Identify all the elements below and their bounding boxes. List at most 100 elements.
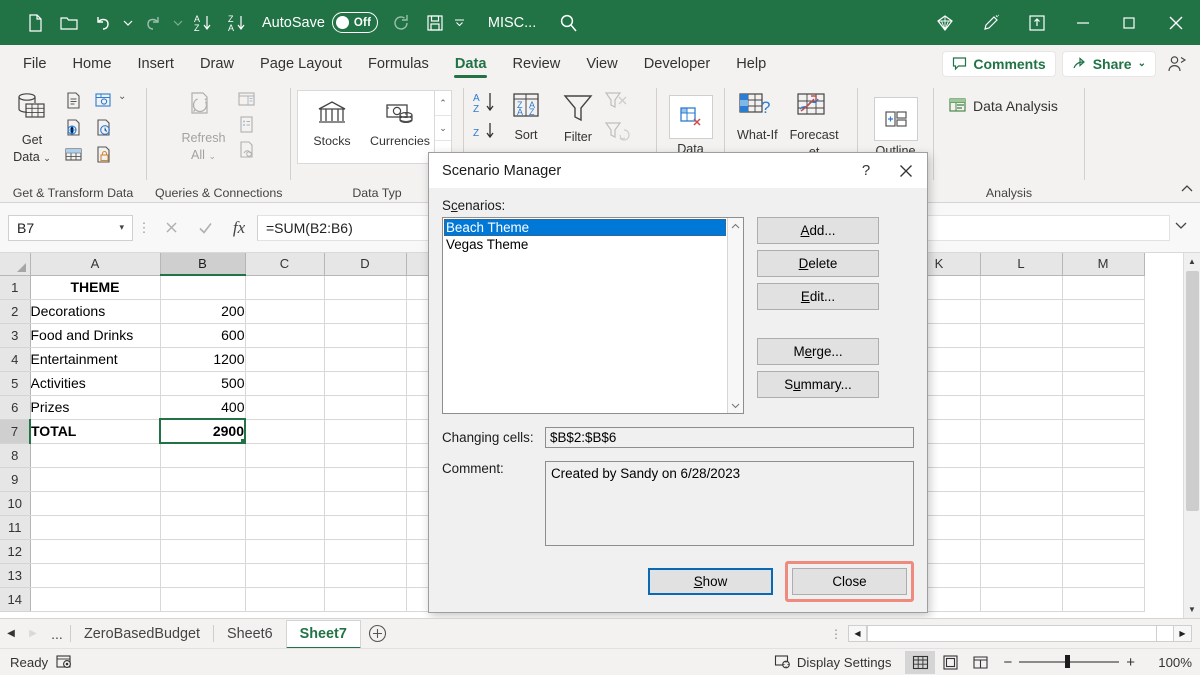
cell-M1[interactable] (1062, 275, 1145, 300)
sort-z-to-a-icon[interactable]: Z (470, 121, 500, 143)
cell-C11[interactable] (245, 515, 325, 540)
sheet-overflow-dots[interactable]: ... (44, 626, 70, 642)
dialog-close-icon[interactable] (885, 153, 927, 188)
sheet-prev-arrow-icon[interactable]: ◀ (0, 619, 22, 649)
show-button[interactable]: Show (648, 568, 773, 595)
list-item[interactable]: Vegas Theme (444, 236, 726, 253)
cell-C10[interactable] (245, 491, 325, 516)
sort-descending-icon[interactable]: ZA (220, 6, 254, 40)
data-analysis-button[interactable]: Data Analysis (940, 90, 1066, 115)
minimize-icon[interactable] (1060, 0, 1106, 45)
cell-M12[interactable] (1062, 539, 1145, 564)
add-sheet-plus-icon[interactable] (361, 619, 395, 649)
customize-quick-access-chevron-icon[interactable] (452, 6, 468, 40)
queries-connections-pane-icon[interactable] (237, 90, 256, 109)
cell-L4[interactable] (980, 347, 1063, 372)
cell-D3[interactable] (324, 323, 407, 348)
cell-C5[interactable] (245, 371, 325, 396)
search-icon[interactable] (558, 12, 580, 34)
cell-L13[interactable] (980, 563, 1063, 588)
horizontal-scrollbar[interactable]: ◀ ▶ (848, 624, 1192, 643)
name-box[interactable]: B7 ▾ (8, 214, 133, 241)
what-if-analysis-button[interactable]: ? What-If (731, 88, 784, 142)
scenarios-listbox[interactable]: Beach Theme Vegas Theme (442, 217, 744, 414)
zoom-in-button[interactable]: + (1126, 654, 1135, 671)
cell-C4[interactable] (245, 347, 325, 372)
page-layout-view-icon[interactable] (935, 651, 965, 674)
column-header-l[interactable]: L (980, 253, 1063, 276)
cell-C14[interactable] (245, 587, 325, 612)
existing-connections-icon[interactable] (94, 145, 113, 164)
document-name[interactable]: MISC... (488, 15, 536, 31)
row-header-13[interactable]: 13 (0, 563, 31, 588)
help-question-icon[interactable]: ? (847, 153, 885, 188)
tab-developer[interactable]: Developer (631, 45, 724, 82)
row-header-2[interactable]: 2 (0, 299, 31, 324)
tab-data[interactable]: Data (442, 45, 500, 82)
cell-A5[interactable]: Activities (30, 371, 161, 396)
cell-A6[interactable]: Prizes (30, 395, 161, 420)
tab-help[interactable]: Help (723, 45, 779, 82)
close-window-icon[interactable] (1152, 0, 1200, 45)
cell-B8[interactable] (160, 443, 246, 468)
cell-M2[interactable] (1062, 299, 1145, 324)
share-people-icon[interactable] (1162, 49, 1192, 79)
tab-page-layout[interactable]: Page Layout (247, 45, 355, 82)
name-box-chevron-down-icon[interactable]: ▾ (119, 222, 124, 233)
cell-B1[interactable] (160, 275, 246, 300)
data-types-scroll-up-icon[interactable]: ⌃ (435, 91, 451, 116)
cell-B4[interactable]: 1200 (160, 347, 246, 372)
cell-C13[interactable] (245, 563, 325, 588)
cell-D9[interactable] (324, 467, 407, 492)
scroll-down-icon[interactable]: ▼ (1183, 601, 1200, 618)
hscroll-track[interactable] (1157, 625, 1173, 642)
cell-A7[interactable]: TOTAL (30, 419, 161, 444)
sheet-tab-zerobasedbudget[interactable]: ZeroBasedBudget (71, 619, 213, 649)
cell-C6[interactable] (245, 395, 325, 420)
sheet-tab-sheet7[interactable]: Sheet7 (285, 619, 361, 649)
clear-filter-icon[interactable] (604, 90, 630, 114)
row-header-14[interactable]: 14 (0, 587, 31, 612)
normal-view-icon[interactable] (905, 650, 936, 674)
column-header-b[interactable]: B (160, 253, 246, 276)
cell-M4[interactable] (1062, 347, 1145, 372)
listbox-scroll-down-icon[interactable] (728, 397, 744, 413)
row-header-5[interactable]: 5 (0, 371, 31, 396)
cell-L2[interactable] (980, 299, 1063, 324)
delete-button[interactable]: Delete (757, 250, 879, 277)
row-header-10[interactable]: 10 (0, 491, 31, 516)
formula-bar-drag-handle[interactable]: ⋮ (133, 220, 155, 236)
tab-review[interactable]: Review (499, 45, 573, 82)
tab-formulas[interactable]: Formulas (355, 45, 442, 82)
cell-M13[interactable] (1062, 563, 1145, 588)
open-folder-icon[interactable] (52, 6, 86, 40)
cell-B7[interactable]: 2900 (159, 418, 246, 444)
add-button[interactable]: AAdd...dd... (757, 217, 879, 244)
zoom-slider-track[interactable] (1019, 655, 1120, 669)
sheet-next-arrow-icon[interactable]: ▶ (22, 619, 44, 649)
zoom-slider-thumb[interactable] (1065, 655, 1071, 669)
new-file-icon[interactable] (18, 6, 52, 40)
cell-L5[interactable] (980, 371, 1063, 396)
cell-B2[interactable]: 200 (160, 299, 246, 324)
data-types-scroll-down-icon[interactable]: ⌄ (435, 116, 451, 141)
cell-D7[interactable] (324, 419, 407, 444)
cell-L1[interactable] (980, 275, 1063, 300)
sort-ascending-icon[interactable]: AZ (186, 6, 220, 40)
row-header-3[interactable]: 3 (0, 323, 31, 348)
cell-M5[interactable] (1062, 371, 1145, 396)
cell-B9[interactable] (160, 467, 246, 492)
from-text-csv-icon[interactable] (64, 91, 83, 110)
forecast-sheet-button[interactable]: Forecast et (784, 88, 845, 159)
cell-C3[interactable] (245, 323, 325, 348)
dialog-title-bar[interactable]: Scenario Manager ? (429, 153, 927, 188)
cell-A11[interactable] (30, 515, 161, 540)
merge-button[interactable]: Me rge... (757, 338, 879, 365)
cell-D4[interactable] (324, 347, 407, 372)
cell-A3[interactable]: Food and Drinks (30, 323, 161, 348)
display-settings-button[interactable]: Display Settings (774, 653, 891, 671)
cell-L10[interactable] (980, 491, 1063, 516)
from-picture-icon[interactable] (94, 91, 113, 110)
row-header-12[interactable]: 12 (0, 539, 31, 564)
cell-L3[interactable] (980, 323, 1063, 348)
